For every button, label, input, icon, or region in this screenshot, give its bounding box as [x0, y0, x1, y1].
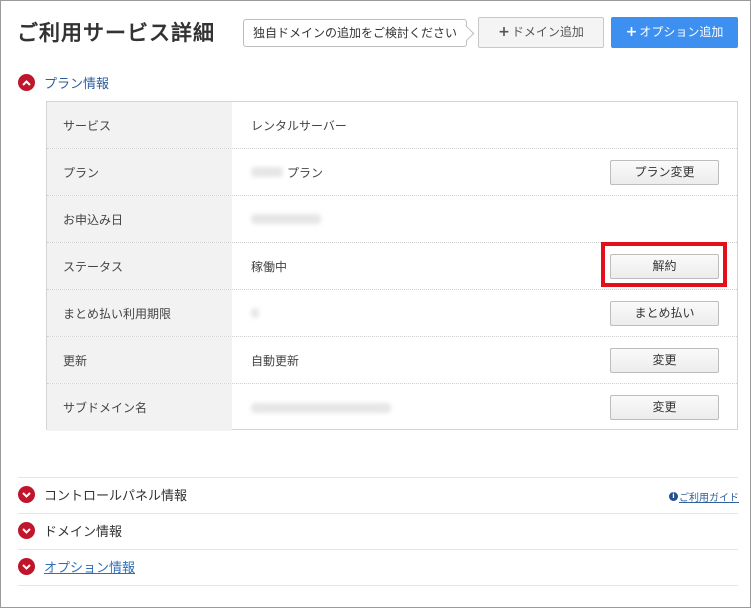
row-value: 稼働中 — [251, 259, 288, 274]
change-subdomain-button[interactable]: 変更 — [610, 395, 719, 420]
row-label: サブドメイン名 — [47, 384, 232, 431]
add-option-label: オプション追加 — [639, 25, 724, 39]
row-label: サービス — [47, 102, 232, 148]
table-row: サブドメイン名 変更 — [47, 384, 737, 431]
app-window: ご利用サービス詳細 独自ドメインの追加をご検討ください + ドメイン追加 + オプシ… — [0, 0, 751, 608]
chevron-down-icon — [18, 522, 35, 539]
table-row: サービス レンタルサーバー — [47, 102, 737, 149]
row-value-wrap — [251, 196, 321, 242]
row-value: レンタルサーバー — [251, 118, 347, 133]
section-toggle-option-info[interactable]: オプション情報 — [18, 557, 135, 576]
divider — [18, 585, 738, 586]
row-value-wrap — [251, 290, 259, 336]
row-value-wrap: プラン — [251, 149, 323, 195]
cancel-button-highlight — [601, 242, 727, 287]
section-toggle-plan-info[interactable]: プラン情報 — [18, 73, 109, 92]
redacted-text — [251, 214, 321, 224]
section-toggle-control-panel[interactable]: コントロールパネル情報 — [18, 485, 187, 504]
row-value-wrap — [251, 384, 391, 431]
table-row: プラン プラン プラン変更 — [47, 149, 737, 196]
user-guide-link[interactable]: i ご利用ガイド — [669, 489, 739, 504]
plus-icon: + — [498, 24, 510, 40]
plus-icon: + — [625, 24, 638, 40]
change-renewal-button[interactable]: 変更 — [610, 348, 719, 373]
domain-suggestion-tooltip: 独自ドメインの追加をご検討ください — [243, 19, 467, 47]
info-icon: i — [669, 492, 678, 501]
row-label: ステータス — [47, 243, 232, 289]
section-label-control-panel: コントロールパネル情報 — [44, 489, 188, 504]
redacted-text — [251, 167, 283, 177]
section-label-domain-info: ドメイン情報 — [44, 525, 123, 540]
chevron-up-icon — [18, 74, 35, 91]
divider — [18, 477, 738, 478]
section-label-plan-info: プラン情報 — [44, 77, 110, 92]
chevron-down-icon — [18, 558, 35, 575]
user-guide-label: ご利用ガイド — [679, 493, 739, 504]
row-label: お申込み日 — [47, 196, 232, 242]
row-label: まとめ払い利用期限 — [47, 290, 232, 336]
change-plan-button[interactable]: プラン変更 — [610, 160, 719, 185]
table-row: 更新 自動更新 変更 — [47, 337, 737, 384]
table-row: お申込み日 — [47, 196, 737, 243]
table-row: まとめ払い利用期限 まとめ払い — [47, 290, 737, 337]
redacted-text — [251, 402, 391, 413]
row-label: 更新 — [47, 337, 232, 383]
row-value: プラン — [287, 165, 324, 180]
row-label: プラン — [47, 149, 232, 195]
add-domain-button[interactable]: + ドメイン追加 — [478, 17, 604, 48]
add-option-button[interactable]: + オプション追加 — [611, 17, 738, 48]
section-toggle-domain-info[interactable]: ドメイン情報 — [18, 521, 122, 540]
divider — [18, 513, 738, 514]
row-value: 自動更新 — [251, 353, 300, 368]
redacted-text — [251, 308, 259, 318]
lump-sum-payment-button[interactable]: まとめ払い — [610, 301, 719, 326]
divider — [18, 549, 738, 550]
chevron-down-icon — [18, 486, 35, 503]
add-domain-label: ドメイン追加 — [511, 25, 584, 39]
section-label-option-info: オプション情報 — [44, 561, 136, 576]
page-title: ご利用サービス詳細 — [17, 21, 215, 45]
